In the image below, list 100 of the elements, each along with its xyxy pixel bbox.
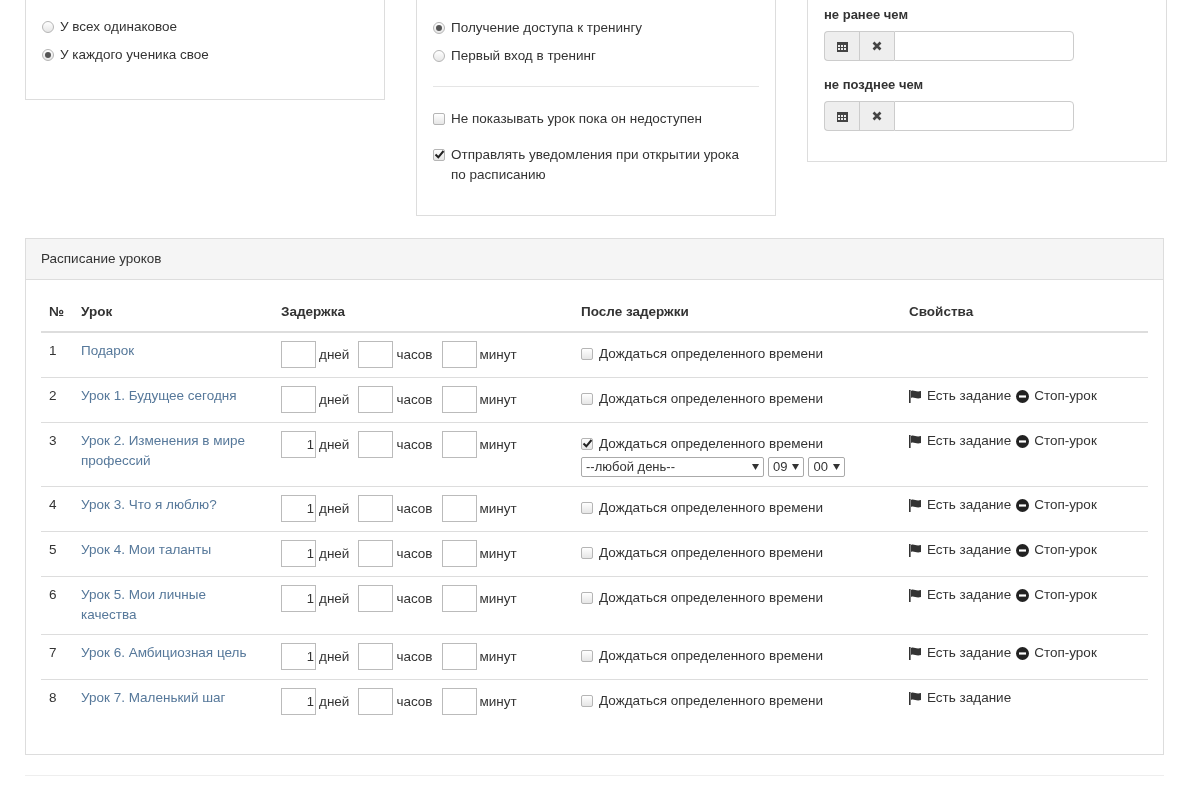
flag-icon (909, 646, 922, 660)
unit-label: дней (319, 544, 350, 563)
delay-input[interactable] (441, 643, 477, 670)
lesson-link[interactable]: Урок 3. Что я люблю? (81, 495, 265, 515)
row-number: 2 (41, 377, 73, 423)
checkbox-label: Дождаться определенного времени (599, 390, 823, 408)
radio-button[interactable] (433, 22, 445, 34)
hour-select[interactable]: 09 (768, 457, 805, 477)
delay-input[interactable] (281, 341, 316, 368)
date-input[interactable] (894, 31, 1074, 61)
checkbox[interactable] (581, 393, 593, 405)
delay-input[interactable] (358, 386, 394, 413)
minus-circle-icon (1016, 389, 1030, 403)
field-label: не позднее чем (824, 76, 925, 94)
calendar-button[interactable] (824, 31, 859, 61)
minus-circle-icon (1016, 588, 1030, 602)
task-label: Есть задание (927, 541, 1012, 559)
checkbox-label: Дождаться определенного времени (599, 544, 823, 562)
unit-label: минут (479, 647, 517, 666)
delay-input[interactable] (441, 431, 477, 458)
delay-input[interactable] (441, 585, 477, 612)
option-label: Первый вход в тренинг (451, 47, 596, 65)
unit-label: минут (479, 692, 517, 711)
delay-input[interactable] (358, 540, 394, 567)
unit-label: часов (396, 544, 433, 563)
checkbox[interactable] (433, 149, 445, 161)
minus-circle-icon (1016, 434, 1030, 448)
date-input[interactable] (894, 101, 1074, 131)
unit-label: часов (396, 435, 433, 454)
clear-button[interactable] (859, 101, 894, 131)
unit-label: минут (479, 544, 517, 563)
delay-input[interactable] (358, 341, 394, 368)
checkbox[interactable] (581, 502, 593, 514)
checkbox-label: Дождаться определенного времени (599, 499, 823, 517)
checkbox[interactable] (581, 650, 593, 662)
field-label: не ранее чем (824, 6, 909, 24)
unit-label: дней (319, 692, 350, 711)
delay-input[interactable]: 1 (281, 585, 316, 612)
unit-label: дней (319, 647, 350, 666)
unit-label: часов (396, 499, 433, 518)
lesson-link[interactable]: Урок 5. Мои личные качества (81, 585, 265, 625)
lesson-link[interactable]: Урок 1. Будущее сегодня (81, 386, 265, 406)
minus-circle-icon (1016, 646, 1030, 660)
checkbox[interactable] (581, 348, 593, 360)
unit-label: минут (479, 345, 517, 364)
delay-input[interactable] (358, 431, 394, 458)
checkbox[interactable] (581, 695, 593, 707)
delay-input[interactable] (281, 386, 316, 413)
task-label: Есть задание (927, 432, 1012, 450)
unit-label: минут (479, 435, 517, 454)
flag-icon (909, 498, 922, 512)
day-select[interactable]: --любой день-- (581, 457, 764, 477)
delay-input[interactable] (441, 688, 477, 715)
minus-circle-icon (1016, 543, 1030, 557)
delay-input[interactable] (441, 540, 477, 567)
lesson-link[interactable]: Урок 7. Маленький шаг (81, 688, 265, 708)
task-label: Есть задание (927, 586, 1012, 604)
delay-input[interactable] (441, 386, 477, 413)
stop-lesson-label: Стоп-урок (1034, 644, 1097, 662)
delay-input[interactable]: 1 (281, 495, 316, 522)
unit-label: минут (479, 589, 517, 608)
row-number: 3 (41, 422, 73, 487)
delay-input[interactable]: 1 (281, 643, 316, 670)
checkbox-label: Дождаться определенного времени (599, 345, 823, 363)
stop-lesson-label: Стоп-урок (1034, 586, 1097, 604)
delay-input[interactable] (358, 585, 394, 612)
caret-icon (832, 464, 840, 470)
checkbox[interactable] (581, 438, 593, 450)
minute-select[interactable]: 00 (808, 457, 845, 477)
caret-icon (792, 464, 800, 470)
flag-icon (909, 389, 922, 403)
checkbox[interactable] (581, 592, 593, 604)
unit-label: часов (396, 589, 433, 608)
unit-label: дней (319, 390, 350, 409)
delay-input[interactable]: 1 (281, 431, 316, 458)
stop-lesson-label: Стоп-урок (1034, 541, 1097, 559)
radio-button[interactable] (42, 49, 54, 61)
radio-button[interactable] (433, 50, 445, 62)
lesson-link[interactable]: Урок 4. Мои таланты (81, 540, 265, 560)
flag-icon (909, 434, 922, 448)
clear-button[interactable] (859, 31, 894, 61)
delay-input[interactable] (358, 643, 394, 670)
lesson-link[interactable]: Урок 6. Амбициозная цель (81, 643, 265, 663)
calendar-icon (836, 110, 848, 122)
radio-button[interactable] (42, 21, 54, 33)
column-header: После задержки (581, 304, 689, 319)
calendar-button[interactable] (824, 101, 859, 131)
delay-input[interactable]: 1 (281, 540, 316, 567)
flag-icon (909, 543, 922, 557)
lesson-link[interactable]: Подарок (81, 341, 265, 361)
checkbox[interactable] (433, 113, 445, 125)
delay-input[interactable] (358, 495, 394, 522)
unit-label: минут (479, 390, 517, 409)
delay-input[interactable] (441, 495, 477, 522)
lesson-link[interactable]: Урок 2. Изменения в мире профессий (81, 431, 265, 471)
checkbox[interactable] (581, 547, 593, 559)
checkbox-label: Дождаться определенного времени (599, 589, 823, 607)
delay-input[interactable] (441, 341, 477, 368)
delay-input[interactable]: 1 (281, 688, 316, 715)
delay-input[interactable] (358, 688, 394, 715)
